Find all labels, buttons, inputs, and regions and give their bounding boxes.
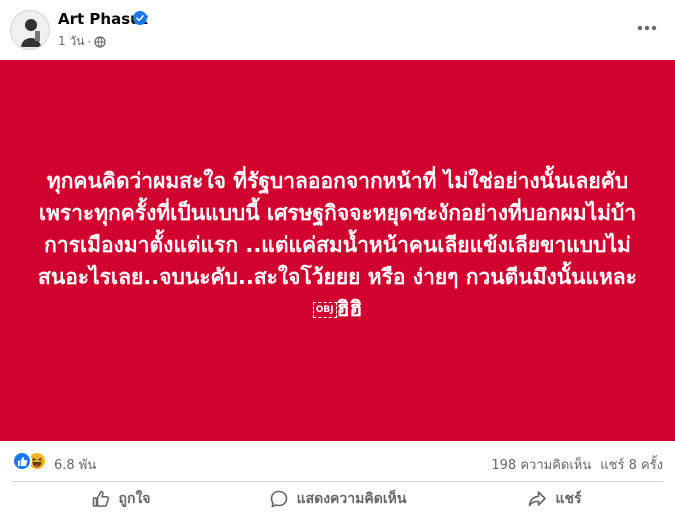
- share-label: แชร์: [555, 491, 582, 507]
- verified-badge-icon: [133, 11, 147, 25]
- post-timestamp[interactable]: 1 วัน: [58, 32, 84, 51]
- reaction-icons[interactable]: [12, 451, 47, 471]
- post-text-main: ทุกคนคิดว่าผมสะใจ ที่รัฐบาลออกจากหน้าที่…: [38, 168, 637, 289]
- like-button[interactable]: ถูกใจ: [12, 482, 229, 516]
- like-label: ถูกใจ: [118, 491, 151, 507]
- share-icon: [529, 491, 547, 507]
- reaction-count[interactable]: 6.8 พัน: [54, 454, 96, 475]
- post-actions: ถูกใจ แสดงความคิดเห็น แชร์: [12, 482, 663, 516]
- post-header: Art Phasut 1 วัน ·: [0, 0, 675, 60]
- comment-button[interactable]: แสดงความคิดเห็น: [229, 482, 446, 516]
- meta-separator: ·: [87, 34, 92, 49]
- more-options-button[interactable]: [633, 14, 661, 42]
- share-count[interactable]: แชร์ 8 ครั้ง: [600, 454, 663, 475]
- author-avatar[interactable]: [10, 10, 50, 50]
- comment-label: แสดงความคิดเห็น: [296, 491, 407, 507]
- more-dots-icon: [637, 25, 657, 31]
- like-icon: [12, 451, 32, 471]
- object-placeholder-icon: OBJ: [312, 301, 337, 318]
- post-meta: 1 วัน ·: [58, 32, 106, 51]
- comment-icon: [270, 490, 287, 508]
- share-button[interactable]: แชร์: [446, 482, 663, 516]
- post-text-background: ทุกคนคิดว่าผมสะใจ ที่รัฐบาลออกจากหน้าที่…: [0, 60, 675, 441]
- globe-icon: [94, 35, 106, 48]
- post-text-end: ฮิฮิ: [336, 296, 363, 321]
- facebook-post: Art Phasut 1 วัน · ทุกคนคิดว่าผมสะใจ ที่…: [0, 0, 675, 516]
- post-stats: 198 ความคิดเห็น แชร์ 8 ครั้ง: [491, 454, 663, 475]
- post-text: ทุกคนคิดว่าผมสะใจ ที่รัฐบาลออกจากหน้าที่…: [38, 165, 638, 325]
- comment-count[interactable]: 198 ความคิดเห็น: [491, 454, 591, 475]
- avatar-image: [11, 11, 49, 49]
- reactions-bar: 6.8 พัน 198 ความคิดเห็น แชร์ 8 ครั้ง: [0, 441, 675, 481]
- thumbs-up-icon: [92, 490, 109, 507]
